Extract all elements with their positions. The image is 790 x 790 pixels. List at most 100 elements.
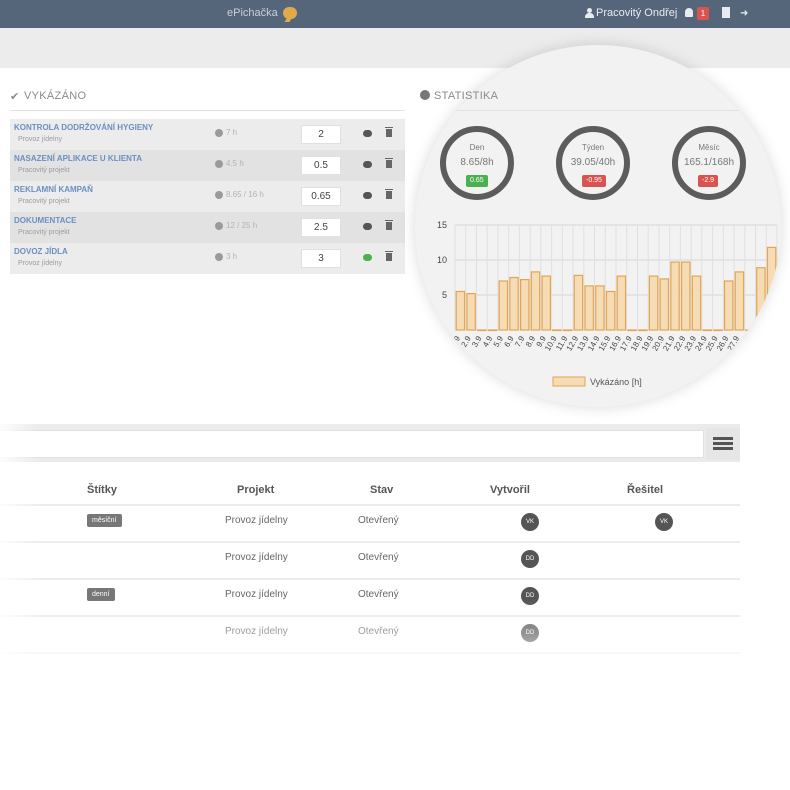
hours-input[interactable]: 2.5 [301, 218, 341, 237]
comment-icon[interactable] [363, 192, 372, 199]
status-cell: Otevřený [358, 515, 399, 526]
clock-icon [215, 160, 223, 168]
task-project: Pracovitý projekt [18, 167, 70, 174]
user-icon [585, 8, 594, 18]
task-project: Pracovitý projekt [18, 198, 70, 205]
creator-avatar[interactable]: DD [521, 550, 539, 568]
bar [681, 261, 691, 331]
bar [466, 293, 476, 331]
hours-input[interactable]: 3 [301, 249, 341, 268]
bar [498, 280, 509, 331]
comment-icon[interactable] [363, 130, 372, 137]
bar [552, 329, 562, 332]
trash-icon[interactable] [385, 189, 393, 199]
trash-icon[interactable] [385, 220, 393, 230]
bell-icon[interactable] [685, 8, 693, 17]
row-divider [0, 578, 740, 580]
hamburger-icon[interactable] [713, 437, 733, 451]
task-time: 4.5 h [226, 159, 244, 168]
task-time: 12 / 25 h [226, 221, 258, 230]
trash-icon[interactable] [385, 158, 393, 168]
legend-label: Vykázáno [h] [590, 377, 642, 387]
status-cell: Otevřený [358, 552, 399, 563]
project-cell: Provoz jídelny [225, 515, 288, 526]
column-header-created-by[interactable]: Vytvořil [490, 484, 530, 496]
bar [766, 246, 777, 331]
comment-icon[interactable] [363, 161, 372, 168]
x-tick-label: 30.9 [758, 334, 774, 352]
comment-icon[interactable] [363, 223, 372, 230]
bar [713, 329, 723, 332]
comment-bubble-icon [283, 7, 297, 19]
bar [745, 329, 755, 332]
task-row: DOKUMENTACE Pracovitý projekt 12 / 25 h 2.5 [10, 212, 405, 243]
legend-swatch [552, 376, 586, 387]
task-time: 7 h [226, 128, 238, 137]
hours-bar-chart: 0510151.92.93.94.95.96.97.98.99.910.911.… [437, 220, 778, 387]
bar [530, 271, 541, 331]
bar [691, 275, 702, 331]
row-divider [0, 541, 740, 543]
assignee-avatar[interactable]: VK [655, 513, 673, 531]
project-cell: Provoz jídelny [225, 589, 288, 600]
task-project: Provoz jídelny [18, 260, 62, 267]
y-tick-label: 15 [437, 220, 447, 230]
app-brand[interactable]: ePichačka [227, 7, 278, 19]
task-row: KONTROLA DODRŽOVÁNÍ HYGIENY Provoz jídeln… [10, 119, 405, 150]
trash-icon[interactable] [385, 251, 393, 261]
column-header-status[interactable]: Stav [370, 484, 393, 496]
bar [595, 285, 605, 331]
task-title[interactable]: NASAZENÍ APLIKACE U KLIENTA [14, 154, 142, 163]
task-title[interactable]: DOVOZ JÍDLA [14, 247, 68, 256]
bar [659, 278, 670, 331]
comment-icon[interactable] [363, 254, 372, 261]
clock-icon [215, 191, 223, 199]
bookmark-icon[interactable] [722, 7, 730, 18]
user-menu[interactable]: Pracovitý Ondřej [596, 7, 677, 19]
search-input[interactable] [0, 430, 704, 458]
creator-avatar[interactable]: VK [521, 513, 539, 531]
hours-input[interactable]: 0.5 [301, 156, 341, 175]
bar [573, 274, 584, 331]
bar [723, 280, 734, 331]
y-tick-label: 0 [442, 325, 447, 335]
task-row: NASAZENÍ APLIKACE U KLIENTA Pracovitý pro… [10, 150, 405, 181]
notification-badge[interactable]: 1 [697, 7, 709, 20]
clock-icon [215, 253, 223, 261]
bar [487, 329, 498, 332]
hours-input[interactable]: 0.65 [301, 187, 341, 206]
table-header-divider [0, 504, 740, 506]
bar [455, 290, 466, 331]
hours-input[interactable]: 2 [301, 125, 341, 144]
y-tick-label: 5 [442, 290, 447, 300]
bar [477, 329, 487, 332]
check-icon: ✔ [10, 91, 20, 103]
column-header-tags[interactable]: Štítky [87, 484, 117, 496]
trash-icon[interactable] [385, 127, 393, 137]
bar [605, 290, 616, 331]
bar [616, 275, 627, 331]
task-title[interactable]: REKLAMNÍ KAMPAŇ [14, 185, 93, 194]
column-header-project[interactable]: Projekt [237, 484, 274, 496]
bar [756, 267, 766, 331]
task-time: 3 h [226, 252, 238, 261]
divider [10, 110, 405, 111]
status-cell: Otevřený [358, 589, 399, 600]
bar [648, 275, 659, 331]
tag-badge[interactable]: měsíční [87, 514, 122, 527]
logout-icon[interactable]: ➜ [740, 8, 748, 19]
stats-magnifier: STATISTIKA Den 8.65/8h 0.65 Týden 39.05/40h -… [415, 45, 781, 407]
bar [519, 279, 530, 331]
bar [562, 329, 573, 332]
y-tick-label: 10 [437, 255, 447, 265]
project-cell: Provoz jídelny [225, 552, 288, 563]
bar [702, 329, 713, 332]
bottom-fade [0, 600, 790, 790]
column-header-assignee[interactable]: Řešitel [627, 484, 663, 496]
clock-icon [215, 129, 223, 137]
bar [584, 285, 594, 331]
task-title[interactable]: KONTROLA DODRŽOVÁNÍ HYGIENY [14, 123, 153, 132]
bar [638, 329, 648, 332]
task-row: DOVOZ JÍDLA Provoz jídelny 3 h 3 [10, 243, 405, 274]
task-title[interactable]: DOKUMENTACE [14, 216, 77, 225]
